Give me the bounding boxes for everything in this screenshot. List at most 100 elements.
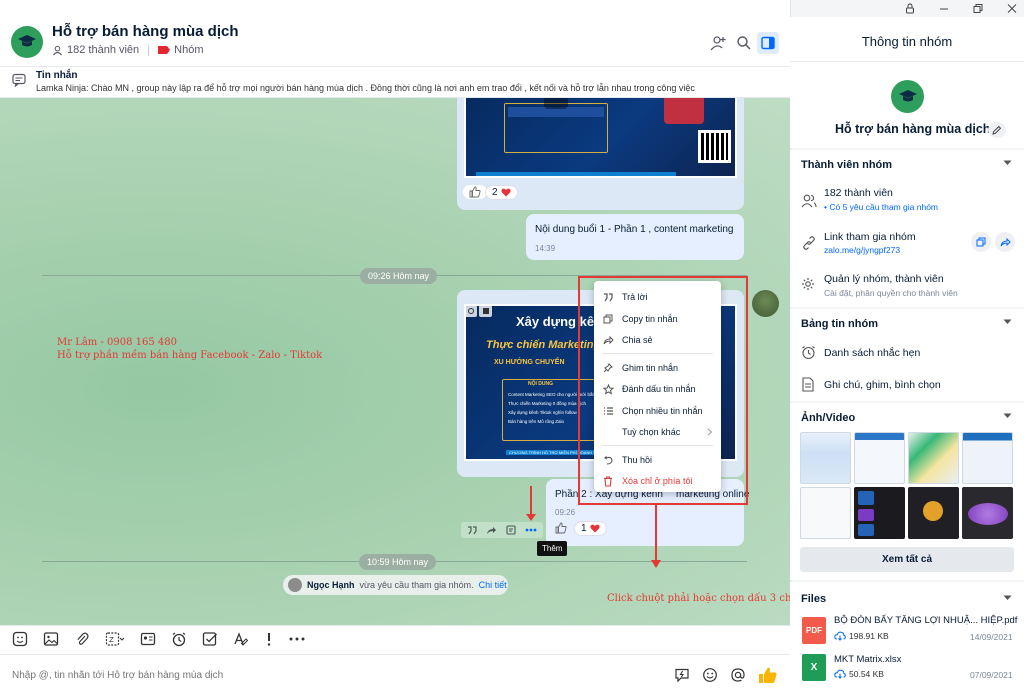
lock-icon[interactable] [905, 3, 915, 14]
media-thumbnail[interactable] [800, 432, 851, 484]
reaction-count: 1 [581, 523, 587, 534]
menu-item-reply[interactable]: Trả lời [594, 287, 721, 307]
see-all-button[interactable]: Xem tất cả [800, 547, 1014, 572]
reaction-count-pill[interactable]: 1 [574, 521, 607, 536]
join-link-url[interactable]: zalo.me/g/jyngpf273 [824, 245, 900, 255]
pending-requests[interactable]: • Có 5 yêu cầu tham gia nhóm [824, 202, 938, 212]
person-icon [52, 45, 63, 56]
media-thumbnail[interactable] [908, 432, 959, 484]
message-action-bar[interactable] [461, 522, 543, 538]
like-icon[interactable] [555, 522, 567, 534]
manage-group[interactable]: Quản lý nhóm, thành viên [824, 273, 944, 285]
user-avatar[interactable] [288, 578, 302, 592]
note-icon[interactable] [506, 525, 517, 535]
media-thumbnail[interactable] [800, 487, 851, 539]
sticker-icon[interactable] [12, 631, 28, 647]
image-message[interactable]: 2 [457, 98, 744, 210]
attachment-icon[interactable] [74, 631, 90, 647]
cloud-download-icon[interactable] [834, 669, 846, 679]
close-icon[interactable] [1007, 3, 1017, 14]
composer-tools[interactable]: Z [12, 631, 305, 647]
group-tag-icon [158, 46, 171, 54]
contact-card-icon[interactable] [140, 631, 156, 647]
menu-item-copy[interactable]: Copy tin nhắn [594, 309, 721, 329]
share-link-icon[interactable] [995, 232, 1015, 252]
file-size: 198.91 KB [849, 631, 889, 641]
text-message[interactable]: Nội dung buổi 1 - Phần 1 , content marke… [526, 214, 744, 260]
more-dots-icon[interactable] [525, 528, 537, 532]
chevron-down-icon[interactable] [1003, 595, 1012, 601]
restore-icon[interactable] [973, 3, 983, 14]
system-message: Ngọc Hạnh vừa yêu cầu tham gia nhóm. Chi… [283, 575, 508, 595]
quote-icon[interactable] [467, 525, 478, 535]
system-detail-link[interactable]: Chi tiết [479, 580, 507, 590]
image-tools[interactable] [464, 305, 494, 317]
menu-item-recall[interactable]: Thu hồi [594, 450, 721, 470]
media-thumbnail[interactable] [854, 432, 905, 484]
chevron-down-icon[interactable] [1003, 413, 1012, 419]
menu-item-share[interactable]: Chia sẻ [594, 330, 721, 350]
window-controls[interactable] [905, 3, 1017, 14]
share-icon[interactable] [486, 526, 497, 535]
copy-icon [594, 309, 622, 329]
file-name[interactable]: BỘ ĐÒN BẨY TĂNG LỢI NHUẬ... HIỆP.pdf [834, 615, 1017, 626]
member-count[interactable]: 182 thành viên [67, 44, 139, 56]
chevron-down-icon[interactable] [1003, 319, 1012, 325]
menu-item-multi-select[interactable]: Chọn nhiều tin nhắn [594, 401, 721, 421]
members-count[interactable]: 182 thành viên [824, 187, 893, 199]
media-thumbnail[interactable] [962, 487, 1013, 539]
capture-icon[interactable]: Z [105, 631, 125, 647]
reaction-count: 2 [492, 187, 498, 198]
message-input[interactable] [12, 668, 652, 682]
menu-item-delete[interactable]: Xóa chỉ ở phía tôi [594, 471, 721, 491]
group-avatar[interactable] [891, 80, 924, 113]
group-profile: Hỗ trợ bán hàng mùa dịch [790, 62, 1024, 148]
add-member-icon[interactable] [708, 33, 728, 53]
media-thumbnail[interactable] [962, 432, 1013, 484]
reminder-icon[interactable] [171, 631, 187, 647]
annotation-arrow-head [526, 514, 536, 521]
thumbs-up-icon[interactable] [758, 666, 778, 684]
settings-icon[interactable] [464, 305, 477, 317]
image-icon[interactable] [43, 631, 59, 647]
menu-item-pin[interactable]: Ghim tin nhắn [594, 358, 721, 378]
group-avatar[interactable] [11, 26, 43, 58]
chevron-down-icon[interactable] [1003, 160, 1012, 166]
menu-item-more-options[interactable]: Tuỳ chọn khác [594, 422, 721, 442]
edit-name-icon[interactable] [988, 122, 1006, 138]
cloud-download-icon[interactable] [834, 631, 846, 641]
search-icon[interactable] [734, 33, 754, 53]
system-user-name[interactable]: Ngọc Hạnh [307, 580, 355, 590]
like-icon[interactable] [469, 186, 481, 198]
menu-separator [602, 353, 713, 354]
media-thumbnail[interactable] [908, 487, 959, 539]
notes-link[interactable]: Ghi chú, ghim, bình chọn [824, 379, 941, 391]
file-name[interactable]: MKT Matrix.xlsx [834, 654, 901, 665]
context-menu[interactable]: Trả lời Copy tin nhắn Chia sẻ Ghim tin n… [594, 281, 721, 492]
time-divider-label: 10:59 Hôm nay [359, 554, 437, 570]
text-format-icon[interactable] [233, 631, 249, 647]
poster-image[interactable] [464, 98, 737, 178]
reaction-bar[interactable] [463, 185, 487, 199]
expand-icon[interactable] [479, 305, 492, 317]
composer-actions[interactable] [674, 666, 778, 684]
more-dots-icon[interactable] [289, 637, 305, 641]
like-button[interactable] [555, 522, 567, 534]
toggle-info-panel-icon[interactable] [757, 32, 779, 54]
quick-message-icon[interactable] [674, 667, 690, 683]
minimize-icon[interactable] [939, 3, 949, 14]
media-section: Ảnh/Video Xem tất cả [790, 403, 1024, 580]
file-size: 50.54 KB [849, 669, 884, 679]
menu-item-mark[interactable]: Đánh dấu tin nhắn [594, 379, 721, 399]
reminders-link[interactable]: Danh sách nhắc hẹn [824, 347, 920, 359]
section-title: Files [801, 593, 827, 605]
trash-icon [594, 471, 622, 491]
mention-icon[interactable] [730, 667, 746, 683]
reaction-count-pill[interactable]: 2 [485, 185, 518, 200]
sender-avatar[interactable] [752, 290, 779, 317]
urgent-icon[interactable] [264, 631, 274, 647]
copy-link-icon[interactable] [971, 232, 991, 252]
media-thumbnail[interactable] [854, 487, 905, 539]
task-icon[interactable] [202, 631, 218, 647]
emoji-icon[interactable] [702, 667, 718, 683]
